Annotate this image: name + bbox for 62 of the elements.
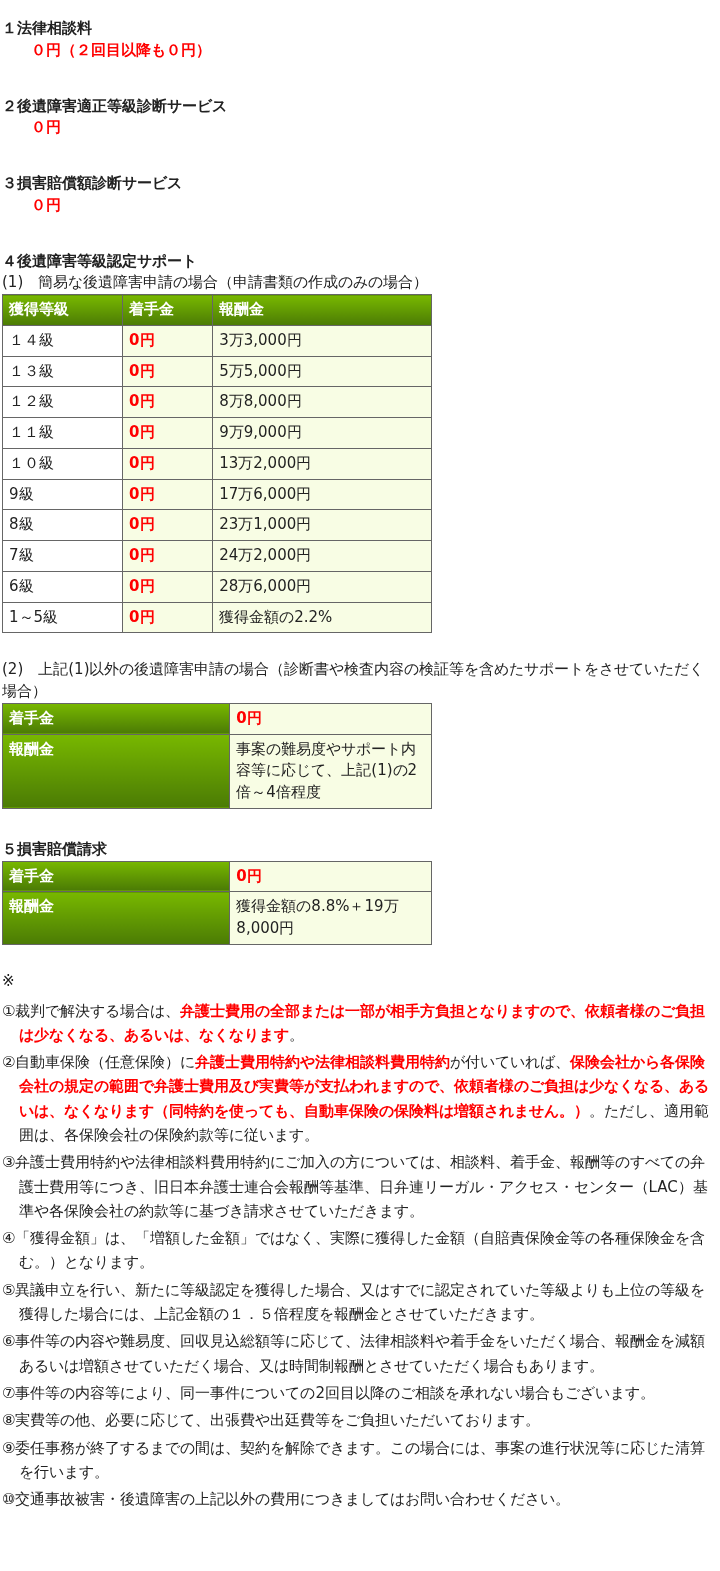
note-text: ⑧実費等の他、必要に応じて、出張費や出廷費等をご負担いただいております。: [2, 1410, 542, 1432]
row-header: 着手金: [2, 861, 230, 892]
column-header: 獲得等級: [2, 294, 123, 326]
section-title: ３損害賠償額診断サービス: [2, 173, 183, 194]
table-cell: 9万9,000円: [212, 417, 432, 449]
table-cell: 9級: [2, 479, 123, 510]
note-text: ②自動車保険（任意保険）に弁護士費用特約や法律相談料費用特約が付いていれば、保険会社から各保険会社の規定の範囲で弁護士費用及び実費等が支払われますので、依頼者様のご負担は少なくなる、あるいは、なくなります（同特約を使っても、自動車保険の保険料は増額されません。）。ただし、適用範囲は、各保険会社の保険約款等に従います。: [2, 1052, 710, 1146]
table-caption: (2) 上記(1)以外の後遺障害申請の場合（診断書や検査内容の検証等を含めたサポートをさせていただく場合）: [2, 659, 706, 702]
column-header: 着手金: [122, 294, 213, 326]
note-text: ④「獲得金額」は、「増額した金額」ではなく、実際に獲得した金額（自賠責保険金等の各種保険金を含む。）となります。: [2, 1228, 707, 1274]
section-title: ４後遺障害等級認定サポート: [2, 250, 198, 272]
table-cell: 3万3,000円: [212, 325, 432, 356]
table-cell: 0円: [229, 703, 432, 734]
table-cell: １１級: [2, 417, 123, 449]
table-cell: 0円: [122, 602, 213, 633]
column-header: 報酬金: [212, 294, 432, 326]
note-text: ③弁護士費用特約や法律相談料費用特約にご加入の方については、相談料、着手金、報酬等のすべての弁護士費用等につき、旧日本弁護士連合会報酬等基準、日弁連リーガル・アクセス・センター（LAC）基準や各保険会社の約款等に基づき請求させていただきます。: [2, 1152, 709, 1222]
table-cell: １２級: [2, 386, 123, 418]
table-cell: 8級: [2, 509, 123, 541]
note-mark: ※: [2, 970, 16, 992]
table-cell: 0円: [122, 417, 213, 449]
section-title: １法律相談料: [2, 18, 93, 39]
table-cell: 8万8,000円: [212, 386, 432, 418]
price-text: ０円（２回目以降も０円）: [29, 39, 212, 61]
row-header: 報酬金: [2, 891, 230, 945]
table-cell: 0円: [122, 325, 213, 356]
note-text: ①裁判で解決する場合は、弁護士費用の全部または一部が相手方負担となりますので、依頼者様のご負担は少なくなる、あるいは、なくなります。: [2, 1000, 707, 1046]
table-cell: 獲得金額の2.2%: [212, 602, 432, 633]
section-title: ５損害賠償請求: [2, 838, 108, 860]
table-cell: 0円: [122, 509, 213, 541]
table-cell: 24万2,000円: [212, 540, 432, 572]
note-text: ⑦事件等の内容等により、同一事件についての2回目以降のご相談を承れない場合もございます。: [2, 1382, 656, 1404]
table-caption: (1) 簡易な後遺障害申請の場合（申請書類の作成のみの場合）: [2, 272, 430, 294]
table-cell: 0円: [122, 571, 213, 602]
table-cell: 事案の難易度やサポート内容等に応じて、上記(1)の2倍～4倍程度: [229, 734, 432, 809]
note-text: ⑤異議申立を行い、新たに等級認定を獲得した場合、又はすでに認定されていた等級よりも上位の等級を獲得した場合には、上記金額の１．５倍程度を報酬金とさせていただきます。: [2, 1279, 707, 1326]
table-cell: 7級: [2, 540, 123, 572]
price-text: ０円: [29, 194, 62, 216]
table-cell: 5万5,000円: [212, 356, 432, 387]
table-cell: 28万6,000円: [212, 571, 432, 602]
table-cell: １４級: [2, 325, 123, 356]
table-cell: １０級: [2, 448, 123, 479]
table-cell: 1～5級: [2, 602, 123, 633]
note-text: ⑩交通事故被害・後遺障害の上記以外の費用につきましてはお問い合わせください。: [2, 1489, 572, 1511]
section-title: ２後遺障害適正等級診断サービス: [2, 95, 228, 117]
table-cell: 6級: [2, 571, 123, 602]
table-cell: １３級: [2, 356, 123, 387]
note-text: ⑥事件等の内容や難易度、回収見込総額等に応じて、法律相談料や着手金をいただく場合、報酬金を減額あるいは増額させていただく場合、又は時間制報酬とさせていただく場合もあります。: [2, 1331, 707, 1377]
table-cell: 13万2,000円: [212, 448, 432, 479]
table-cell: 0円: [122, 479, 213, 510]
row-header: 報酬金: [2, 734, 230, 809]
row-header: 着手金: [2, 703, 230, 734]
table-cell: 獲得金額の8.8%＋19万8,000円: [229, 891, 432, 945]
table-cell: 0円: [122, 386, 213, 418]
table-cell: 0円: [122, 356, 213, 387]
table-cell: 17万6,000円: [212, 479, 432, 510]
price-text: ０円: [29, 117, 62, 139]
table-cell: 0円: [122, 540, 213, 572]
note-text: ⑨委任事務が終了するまでの間は、契約を解除できます。この場合には、事案の進行状況等に応じた清算を行います。: [2, 1437, 707, 1483]
table-cell: 0円: [229, 861, 432, 892]
table-cell: 0円: [122, 448, 213, 479]
table-cell: 23万1,000円: [212, 509, 432, 541]
